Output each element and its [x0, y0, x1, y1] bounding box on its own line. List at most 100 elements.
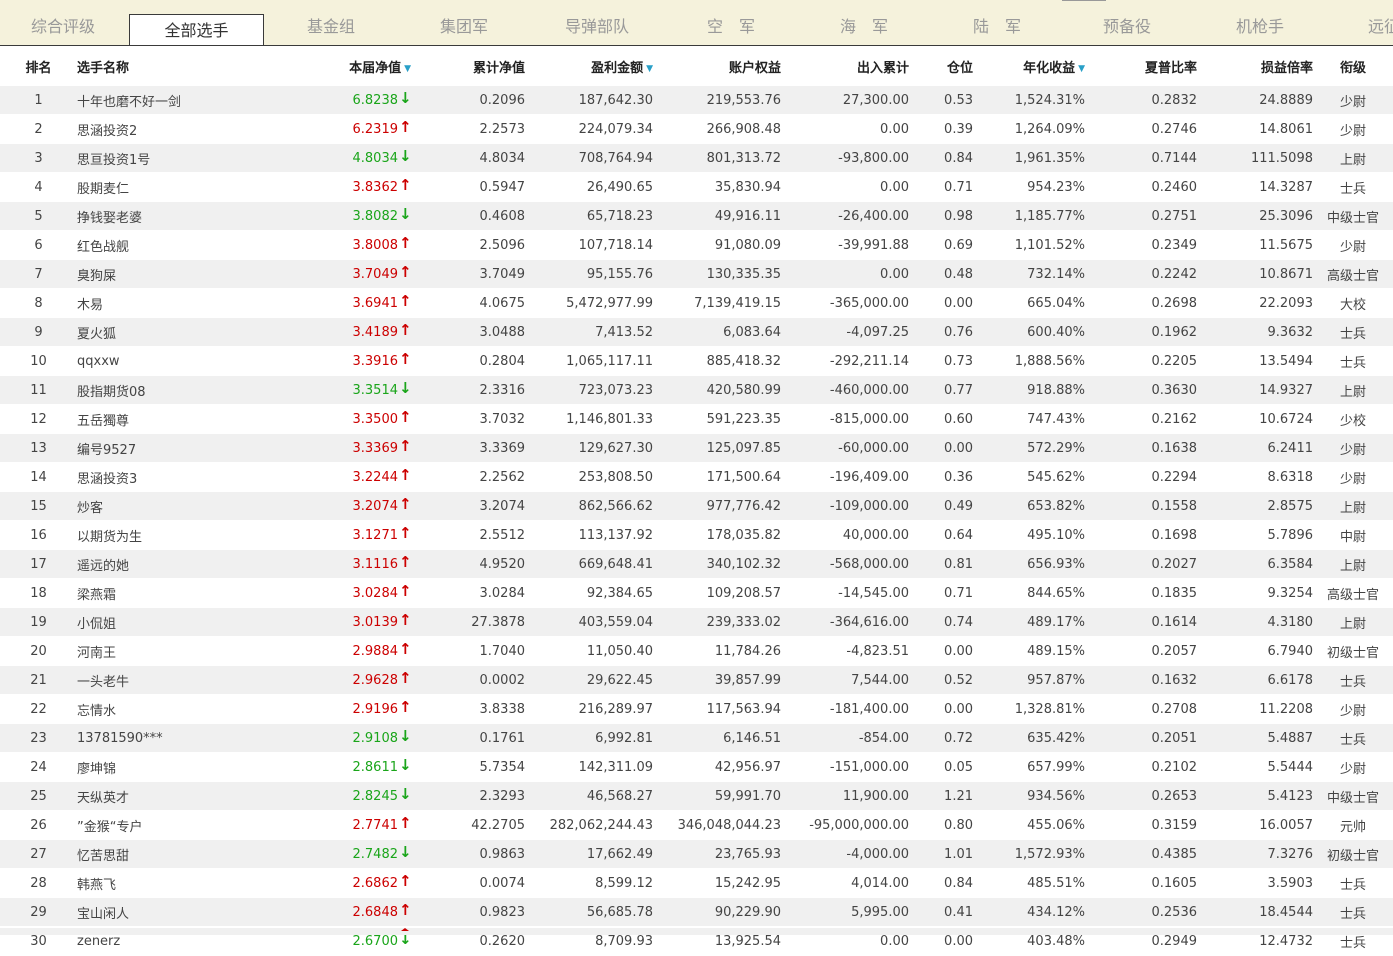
tab-navy[interactable]: 海 军 — [840, 13, 888, 39]
cell-player-name[interactable]: ”金猴“专户 — [77, 810, 327, 840]
cell-pl-ratio: 2.8575 — [1197, 491, 1313, 521]
table-row[interactable]: 3 思亘投资1号 4.8034↓ 4.8034 708,764.94 801,313.72… — [0, 143, 1393, 173]
table-row[interactable]: 29 宝山闲人 2.6848↑ 0.9823 56,685.78 90,229.90 5,9… — [0, 897, 1393, 927]
cell-player-name[interactable]: 天纵英才 — [77, 781, 327, 811]
cell-cumulative-nav: 3.3369 — [411, 433, 525, 463]
cell-player-name[interactable]: qqxxw — [77, 346, 327, 376]
cell-player-name[interactable]: 思亘投资1号 — [77, 143, 327, 173]
cell-equity-text: 591,223.35 — [706, 411, 781, 427]
tab-missile-force[interactable]: 导弹部队 — [564, 13, 630, 39]
table-row[interactable]: 6 红色战舰 3.8008↑ 2.5096 107,718.14 91,080.09 -39… — [0, 230, 1393, 260]
tab-army[interactable]: 陆 军 — [973, 13, 1021, 39]
tab-group-army[interactable]: 集团军 — [439, 13, 489, 39]
col-header-profit[interactable]: 盈利金额 ▼ — [525, 46, 653, 86]
cell-pl-ratio-text: 6.3584 — [1267, 556, 1314, 572]
cell-pl-ratio: 8.6318 — [1197, 462, 1313, 492]
cell-rank: 8 — [0, 288, 77, 318]
cell-position: 0.74 — [909, 607, 973, 637]
tab-reserve[interactable]: 预备役 — [1102, 13, 1152, 39]
table-row[interactable]: 13 编号9527 3.3369↑ 3.3369 129,627.30 125,097.8… — [0, 433, 1393, 463]
cell-player-name[interactable]: 炒客 — [77, 491, 327, 521]
table-row[interactable]: 28 韩燕飞 2.6862↑ 0.0074 8,599.12 15,242.95 4,014… — [0, 868, 1393, 898]
cell-player-name[interactable]: 木易 — [77, 288, 327, 318]
tab-machine-gunner[interactable]: 机枪手 — [1235, 13, 1285, 39]
cell-sharpe: 0.2460 — [1085, 172, 1197, 202]
table-row[interactable]: 17 遥远的她 3.1116↑ 4.9520 669,648.41 340,102.32 -… — [0, 549, 1393, 579]
cell-profit: 862,566.62 — [525, 491, 653, 521]
cell-player-name[interactable]: 梁燕霜 — [77, 578, 327, 608]
cell-player-name[interactable]: 遥远的她 — [77, 549, 327, 579]
table-row[interactable]: 12 五岳獨尊 3.3500↑ 3.7032 1,146,801.33 591,223.3… — [0, 404, 1393, 434]
cell-current-nav: 3.0284↑ — [327, 578, 411, 608]
cell-player-name[interactable]: 以期货为生 — [77, 520, 327, 550]
table-row[interactable]: 7 臭狗屎 3.7049↑ 3.7049 95,155.76 130,335.35 0.00… — [0, 259, 1393, 289]
cell-player-name[interactable]: 河南王 — [77, 636, 327, 666]
cell-player-name[interactable]: 臭狗屎 — [77, 259, 327, 289]
table-row[interactable]: 18 梁燕霜 3.0284↑ 3.0284 92,384.65 109,208.57 -14… — [0, 578, 1393, 608]
tab-air-force[interactable]: 空 军 — [707, 13, 755, 39]
table-row[interactable]: 22 忘情水 2.9196↑ 3.8338 216,289.97 117,563.94 -1… — [0, 694, 1393, 724]
tab-composite-rating[interactable]: 综合评级 — [30, 13, 96, 39]
cell-player-name[interactable]: 韩燕飞 — [77, 868, 327, 898]
cell-player-name[interactable]: 编号9527 — [77, 433, 327, 463]
cell-player-name[interactable]: 廖坤锦 — [77, 752, 327, 782]
cell-player-name[interactable]: 夏火狐 — [77, 317, 327, 347]
cell-current-nav: 6.2319↑ — [327, 114, 411, 144]
table-row[interactable]: 11 股指期货08 3.3514↓ 2.3316 723,073.23 420,580.9… — [0, 375, 1393, 405]
col-header-current-nav[interactable]: 本届净值 ▼ — [327, 46, 411, 86]
table-row[interactable]: 23 13781590*** 2.9108↓ 0.1761 6,992.81 6,146.… — [0, 723, 1393, 753]
cell-cumulative-nav-text: 0.0074 — [479, 875, 526, 891]
table-row[interactable]: 19 小侃姐 3.0139↑ 27.3878 403,559.04 239,333.02 -… — [0, 607, 1393, 637]
table-row[interactable]: 24 廖坤锦 2.8611↓ 5.7354 142,311.09 42,956.97 -15… — [0, 752, 1393, 782]
table-row[interactable]: 26 ”金猴“专户 2.7741↑ 42.2705 282,062,244.43 346,… — [0, 810, 1393, 840]
cell-player-name[interactable]: 挣钱娶老婆 — [77, 201, 327, 231]
table-row[interactable]: 4 股期麦仁 3.8362↑ 0.5947 26,490.65 35,830.94 0.00… — [0, 172, 1393, 202]
sort-down-icon[interactable]: ▼ — [404, 64, 411, 74]
tab-fund-group[interactable]: 基金组 — [306, 13, 356, 39]
cell-position: 0.52 — [909, 665, 973, 695]
cell-flow: -39,991.88 — [781, 230, 909, 260]
table-row[interactable]: 8 木易 3.6941↑ 4.0675 5,472,977.99 7,139,419.15… — [0, 288, 1393, 318]
table-row[interactable]: 5 挣钱娶老婆 3.8082↓ 0.4608 65,718.23 49,916.11 -26… — [0, 201, 1393, 231]
cell-player-name[interactable]: 忆苦思甜 — [77, 839, 327, 869]
table-row[interactable]: 20 河南王 2.9884↑ 1.7040 11,050.40 11,784.26 -4,8… — [0, 636, 1393, 666]
col-header-annual-return[interactable]: 年化收益 ▼ — [973, 46, 1085, 86]
table-row[interactable]: 15 炒客 3.2074↑ 3.2074 862,566.62 977,776.42 -10… — [0, 491, 1393, 521]
cell-equity: 91,080.09 — [653, 230, 781, 260]
table-row[interactable]: 21 一头老牛 2.9628↑ 0.0002 29,622.45 39,857.99 7,5… — [0, 665, 1393, 695]
cell-player-name[interactable]: 股指期货08 — [77, 375, 327, 405]
cell-player-name[interactable]: 思涵投资3 — [77, 462, 327, 492]
cell-rank-title-text: 元帅 — [1339, 819, 1366, 835]
table-row[interactable]: 14 思涵投资3 3.2244↑ 2.2562 253,808.50 171,500.64… — [0, 462, 1393, 492]
cell-pl-ratio-text: 3.5903 — [1267, 875, 1314, 891]
cell-player-name[interactable]: 小侃姐 — [77, 607, 327, 637]
cell-flow-text: -292,211.14 — [829, 353, 909, 369]
table-row[interactable]: 9 夏火狐 3.4189↑ 3.0488 7,413.52 6,083.64 -4,097.… — [0, 317, 1393, 347]
cell-current-nav: 2.6848↑ — [327, 897, 411, 927]
cell-player-name[interactable]: 13781590*** — [77, 723, 327, 753]
table-row[interactable]: 2 思涵投资2 6.2319↑ 2.2573 224,079.34 266,908.48 0… — [0, 114, 1393, 144]
sort-down-icon[interactable]: ▼ — [1078, 64, 1085, 74]
cell-player-name[interactable]: 忘情水 — [77, 694, 327, 724]
sort-down-icon[interactable]: ▼ — [646, 64, 653, 74]
table-row[interactable]: 27 忆苦思甜 2.7482↓ 0.9863 17,662.49 23,765.93 -4,… — [0, 839, 1393, 869]
cell-player-name[interactable]: 思涵投资2 — [77, 114, 327, 144]
cell-player-name[interactable]: 十年也磨不好一剑 — [77, 86, 327, 115]
cell-player-name[interactable]: 五岳獨尊 — [77, 404, 327, 434]
cell-player-name[interactable]: 股期麦仁 — [77, 172, 327, 202]
cell-position: 0.72 — [909, 723, 973, 753]
cell-annual-return: 434.12% — [973, 897, 1085, 927]
table-row[interactable]: 16 以期货为生 3.1271↑ 2.5512 113,137.92 178,035.82… — [0, 520, 1393, 550]
cell-rank-text: 25 — [30, 788, 47, 804]
tab-expedition[interactable]: 远征 — [1368, 13, 1393, 39]
table-row[interactable]: 1 十年也磨不好一剑 6.8238↓ 0.2096 187,642.30 219,553.… — [0, 86, 1393, 115]
cell-pl-ratio: 25.3096 — [1197, 201, 1313, 231]
cell-player-name[interactable]: 宝山闲人 — [77, 897, 327, 927]
cell-player-name[interactable]: 红色战舰 — [77, 230, 327, 260]
cell-rank-text: 5 — [34, 208, 43, 224]
table-row[interactable]: 10 qqxxw 3.3916↑ 0.2804 1,065,117.11 885,418.… — [0, 346, 1393, 376]
tab-all-players[interactable]: 全部选手 — [129, 14, 264, 45]
cell-sharpe-text: 0.2057 — [1151, 643, 1198, 659]
cell-player-name[interactable]: 一头老牛 — [77, 665, 327, 695]
table-row[interactable]: 25 天纵英才 2.8245↓ 2.3293 46,568.27 59,991.70 11,… — [0, 781, 1393, 811]
